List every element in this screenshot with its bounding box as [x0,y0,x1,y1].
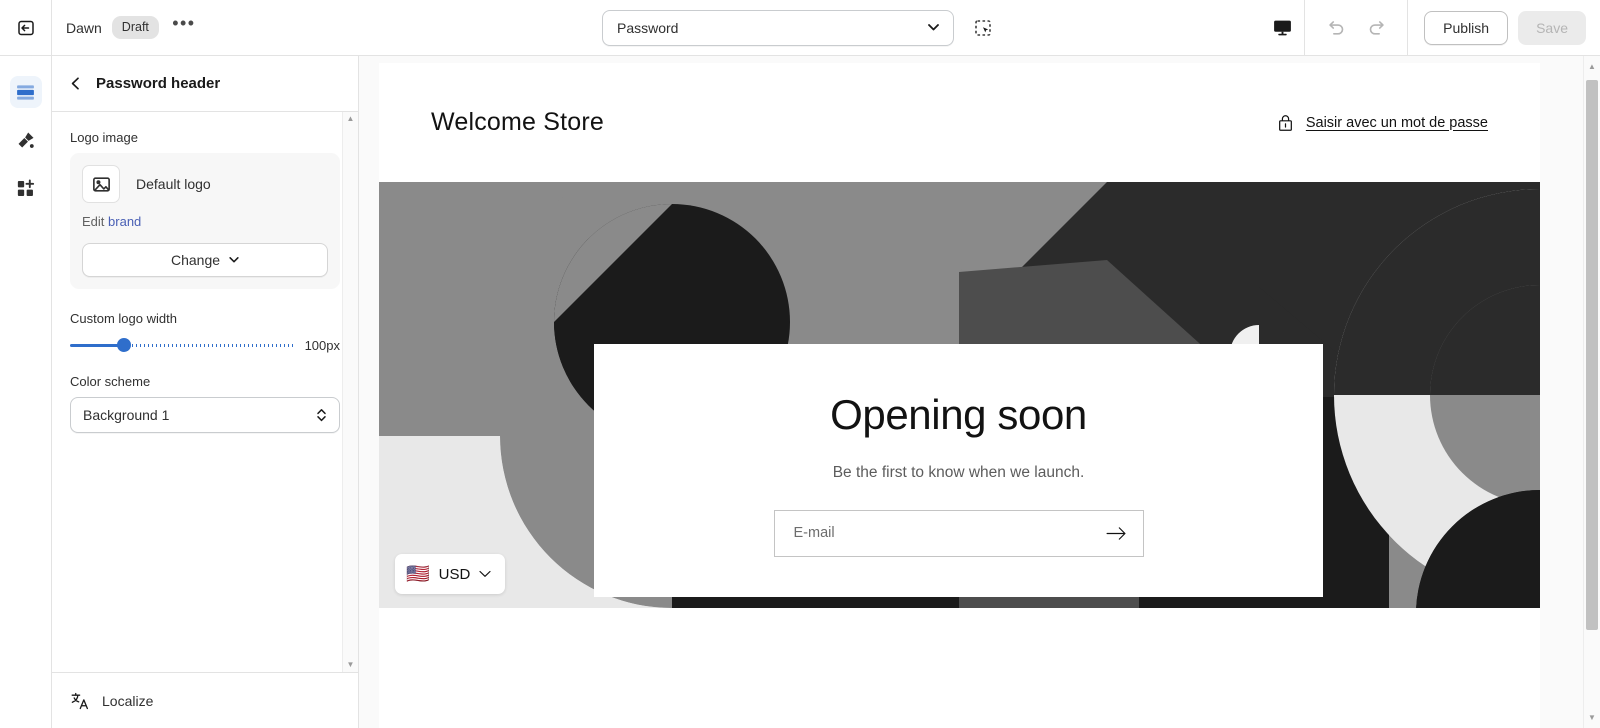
opening-soon-title: Opening soon [830,391,1087,439]
opening-soon-card: Opening soon Be the first to know when w… [594,344,1323,597]
email-submit-button[interactable] [1106,526,1127,541]
status-badge: Draft [111,16,159,39]
page-title: Password header [96,75,221,92]
slider-filled-track [70,344,124,347]
sidebar-header: Password header [52,56,358,112]
custom-logo-width-row: 100px [70,336,340,354]
opening-soon-subtitle: Be the first to know when we launch. [832,463,1085,481]
edit-brand-link[interactable]: brand [108,214,141,229]
email-input[interactable]: E-mail [794,525,835,541]
settings-sidebar: Password header Logo image Default logo … [52,56,359,728]
preview-scroll-down-arrow-icon[interactable]: ▼ [1584,713,1600,722]
custom-logo-width-group: Custom logo width 100px [70,311,340,354]
redo-arrow-icon [1369,21,1384,35]
undo-arrow-icon [1328,21,1343,35]
edit-brand-prefix: Edit [82,214,105,229]
preview-scrollbar[interactable]: ▲ ▼ [1583,56,1600,728]
paint-brush-icon [18,131,34,148]
page-selector-group: Password [602,9,998,46]
scroll-up-arrow-icon[interactable]: ▲ [347,115,355,123]
logo-file-name: Default logo [136,176,211,192]
back-button[interactable] [70,77,82,90]
lock-icon [1278,114,1292,131]
exit-arrow-icon [17,20,34,35]
slider-thumb[interactable] [116,338,131,352]
localize-button[interactable]: Localize [52,672,358,728]
rail-item-theme-settings[interactable] [10,124,42,156]
arrow-right-icon [1106,526,1126,540]
sidebar-content: Logo image Default logo Edit brand Chang… [52,112,358,672]
logo-image-label: Logo image [70,130,138,145]
app-blocks-add-icon [17,179,35,196]
top-bar: Dawn Draft ••• Password Publish Save [0,0,1600,56]
preview-pane: Welcome Store Saisir avec un mot de pass… [359,56,1600,728]
color-scheme-group: Color scheme Background 1 [70,374,340,433]
desktop-monitor-icon [1274,20,1292,36]
custom-logo-width-label: Custom logo width [70,311,177,326]
logo-thumbnail [82,165,120,203]
us-flag-icon: 🇺🇸 [406,563,430,585]
custom-logo-width-value: 100px [304,337,340,353]
chevron-left-icon [71,77,79,90]
history-controls [1305,0,1409,56]
change-logo-button[interactable]: Change [82,243,328,277]
sidebar-scrollbar[interactable]: ▲ ▼ [342,112,358,672]
change-logo-label: Change [170,252,221,268]
store-name: Welcome Store [431,108,605,136]
editor-body: Password header Logo image Default logo … [0,56,1600,728]
color-scheme-label: Color scheme [70,374,151,389]
hero-section: Opening soon Be the first to know when w… [379,182,1540,608]
exit-editor-button[interactable] [0,0,52,56]
rail-item-apps[interactable] [10,172,42,204]
chevron-down-icon [479,570,491,577]
custom-logo-width-slider[interactable] [70,336,295,354]
top-bar-actions: Publish Save [1261,0,1600,56]
theme-name: Dawn [66,19,102,36]
left-rail [0,56,52,728]
currency-code: USD [438,565,471,583]
theme-editor: Dawn Draft ••• Password Publish Save Pas… [0,0,1600,728]
storefront-header: Welcome Store Saisir avec un mot de pass… [379,63,1540,182]
chevron-down-icon [928,24,939,31]
sections-icon [17,84,34,100]
save-button[interactable]: Save [1518,10,1586,45]
localize-label: Localize [102,692,154,709]
inspector-select-button[interactable] [968,13,998,43]
translate-icon [71,692,89,709]
color-scheme-select[interactable]: Background 1 [70,397,340,433]
redo-button[interactable] [1361,13,1391,43]
image-placeholder-icon [92,176,110,192]
page-select[interactable]: Password [602,9,954,46]
preview-scroll-thumb[interactable] [1586,80,1598,630]
slider-remaining-track [123,344,295,347]
password-entry-text: Saisir avec un mot de passe [1305,114,1488,131]
email-signup-form: E-mail [773,509,1144,557]
undo-button[interactable] [1321,13,1351,43]
password-entry-link[interactable]: Saisir avec un mot de passe [1276,113,1488,133]
logo-image-group: Logo image Default logo Edit brand Chang… [70,130,340,289]
theme-info: Dawn Draft ••• [52,13,199,43]
page-select-value: Password [617,19,679,36]
preview-scroll-up-arrow-icon[interactable]: ▲ [1584,62,1600,71]
logo-image-row[interactable]: Default logo [82,165,328,203]
scroll-down-arrow-icon[interactable]: ▼ [347,661,355,669]
rail-item-sections[interactable] [9,76,42,108]
chevron-up-down-icon [317,409,326,422]
more-actions-button[interactable]: ••• [169,13,199,43]
publish-button[interactable]: Publish [1424,10,1509,45]
color-scheme-value: Background 1 [83,407,170,423]
currency-selector[interactable]: 🇺🇸 USD [395,554,506,594]
logo-image-card: Default logo Edit brand Change [70,153,340,289]
inspector-select-icon [975,19,991,36]
device-preview-button[interactable] [1261,0,1306,56]
chevron-down-icon [229,257,239,263]
edit-brand-row: Edit brand [82,214,328,229]
storefront-preview: Welcome Store Saisir avec un mot de pass… [379,63,1540,728]
